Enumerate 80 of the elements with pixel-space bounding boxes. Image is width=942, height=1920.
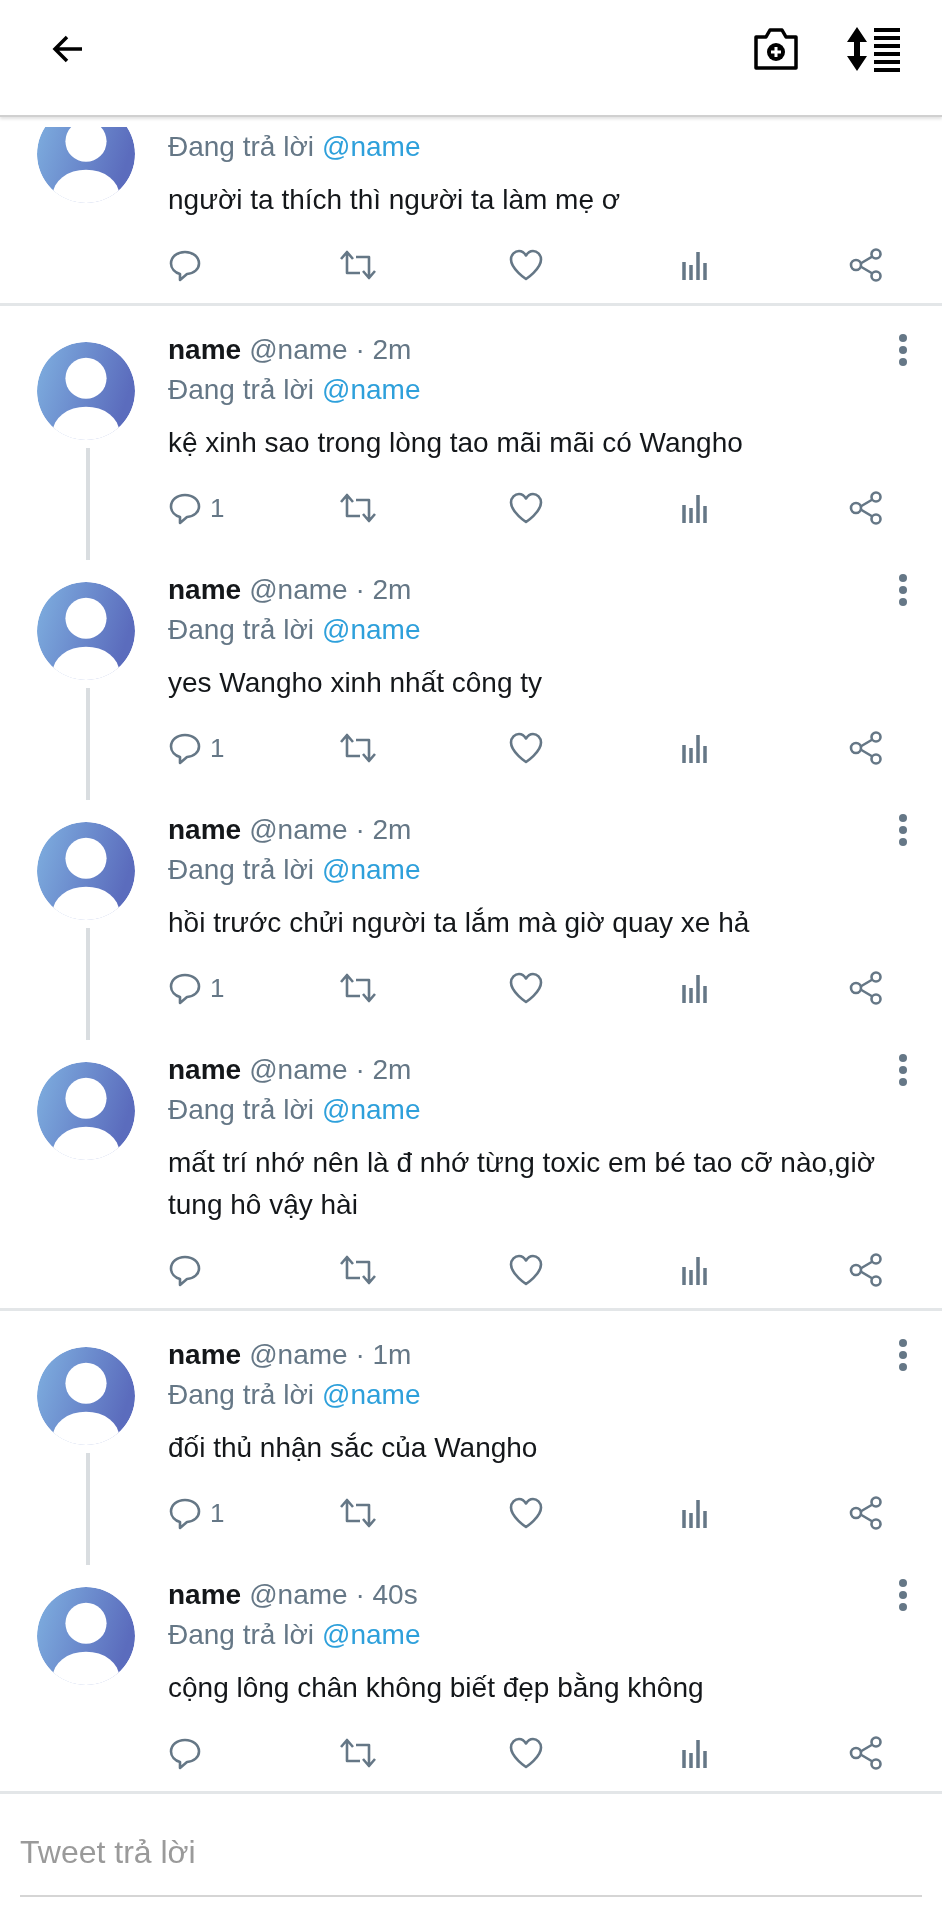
mention-link[interactable]: @name	[322, 131, 421, 162]
handle-time: @name · 2m	[249, 1054, 413, 1086]
user-name[interactable]: name	[168, 574, 242, 606]
avatar-icon[interactable]	[37, 582, 135, 680]
reply-icon[interactable]	[168, 1496, 202, 1530]
share-icon[interactable]	[848, 1496, 884, 1530]
reply-icon[interactable]	[168, 248, 202, 282]
replying-to-label: Đang trả lời	[168, 854, 314, 885]
heart-icon[interactable]	[508, 491, 544, 525]
replying-to-label: Đang trả lời	[168, 1619, 314, 1650]
retweet-icon[interactable]	[338, 731, 378, 765]
avatar-icon[interactable]	[37, 1347, 135, 1445]
mention-link[interactable]: @name	[322, 614, 421, 645]
handle-time: @name · 1m	[249, 1339, 413, 1371]
user-name[interactable]: name	[168, 814, 242, 846]
replying-to-label: Đang trả lời	[168, 614, 314, 645]
retweet-icon[interactable]	[338, 1496, 378, 1530]
reply-count: 1	[210, 492, 225, 524]
tweet-text: người ta thích thì người ta làm mẹ ơ	[168, 183, 622, 217]
avatar-icon[interactable]	[37, 342, 135, 440]
tweet-text: mất trí nhớ nên là đ nhớ từng toxic em bé tao cỡ nào,giờ tung hô vậy hài	[168, 1146, 876, 1222]
more-icon[interactable]	[898, 813, 908, 847]
replying-to-label: Đang trả lời	[168, 1379, 314, 1410]
reply-icon[interactable]	[168, 1736, 202, 1770]
retweet-icon[interactable]	[338, 971, 378, 1005]
share-icon[interactable]	[848, 1253, 884, 1287]
reply-count: 1	[210, 1497, 225, 1529]
avatar-icon[interactable]	[37, 1587, 135, 1685]
user-name[interactable]: name	[168, 334, 242, 366]
retweet-icon[interactable]	[338, 491, 378, 525]
more-icon[interactable]	[898, 1578, 908, 1612]
mention-link[interactable]: @name	[322, 1094, 421, 1125]
avatar-icon[interactable]	[37, 822, 135, 920]
share-icon[interactable]	[848, 491, 884, 525]
tweet-text: yes Wangho xinh nhất công ty	[168, 666, 544, 700]
replying-to-label: Đang trả lời	[168, 1094, 314, 1125]
handle-time: @name · 2m	[249, 334, 413, 366]
avatar-icon[interactable]	[37, 1062, 135, 1160]
retweet-icon[interactable]	[338, 1736, 378, 1770]
reply-icon[interactable]	[168, 971, 202, 1005]
user-name[interactable]: name	[168, 1054, 242, 1086]
heart-icon[interactable]	[508, 1496, 544, 1530]
share-icon[interactable]	[848, 1736, 884, 1770]
sort-icon[interactable]	[846, 25, 902, 72]
replying-to-label: Đang trả lời	[168, 131, 314, 162]
handle-time: @name · 2m	[249, 574, 413, 606]
mention-link[interactable]: @name	[322, 854, 421, 885]
heart-icon[interactable]	[508, 1253, 544, 1287]
user-name[interactable]: name	[168, 1579, 242, 1611]
reply-icon[interactable]	[168, 1253, 202, 1287]
avatar-icon[interactable]	[37, 127, 135, 203]
share-icon[interactable]	[848, 971, 884, 1005]
camera-icon[interactable]	[752, 26, 800, 71]
more-icon[interactable]	[898, 1053, 908, 1087]
share-icon[interactable]	[848, 248, 884, 282]
mention-link[interactable]: @name	[322, 1619, 421, 1650]
reply-count: 1	[210, 732, 225, 764]
heart-icon[interactable]	[508, 971, 544, 1005]
reply-icon[interactable]	[168, 731, 202, 765]
tweet-text: cộng lông chân không biết đẹp bằng không	[168, 1671, 705, 1705]
tweet-text: hồi trước chửi người ta lắm mà giờ quay xe hả	[168, 906, 751, 940]
handle-time: @name · 40s	[249, 1579, 419, 1611]
mention-link[interactable]: @name	[322, 374, 421, 405]
handle-time: @name · 2m	[249, 814, 413, 846]
reply-icon[interactable]	[168, 491, 202, 525]
heart-icon[interactable]	[508, 731, 544, 765]
tweet-text: đối thủ nhận sắc của Wangho	[168, 1431, 539, 1465]
retweet-icon[interactable]	[338, 1253, 378, 1287]
retweet-icon[interactable]	[338, 248, 378, 282]
share-icon[interactable]	[848, 731, 884, 765]
heart-icon[interactable]	[508, 248, 544, 282]
reply-count: 1	[210, 972, 225, 1004]
more-icon[interactable]	[898, 573, 908, 607]
heart-icon[interactable]	[508, 1736, 544, 1770]
tweet-text: kệ xinh sao trong lòng tao mãi mãi có Wangho	[168, 426, 744, 460]
mention-link[interactable]: @name	[322, 1379, 421, 1410]
user-name[interactable]: name	[168, 1339, 242, 1371]
replying-to-label: Đang trả lời	[168, 374, 314, 405]
more-icon[interactable]	[898, 1338, 908, 1372]
more-icon[interactable]	[898, 333, 908, 367]
